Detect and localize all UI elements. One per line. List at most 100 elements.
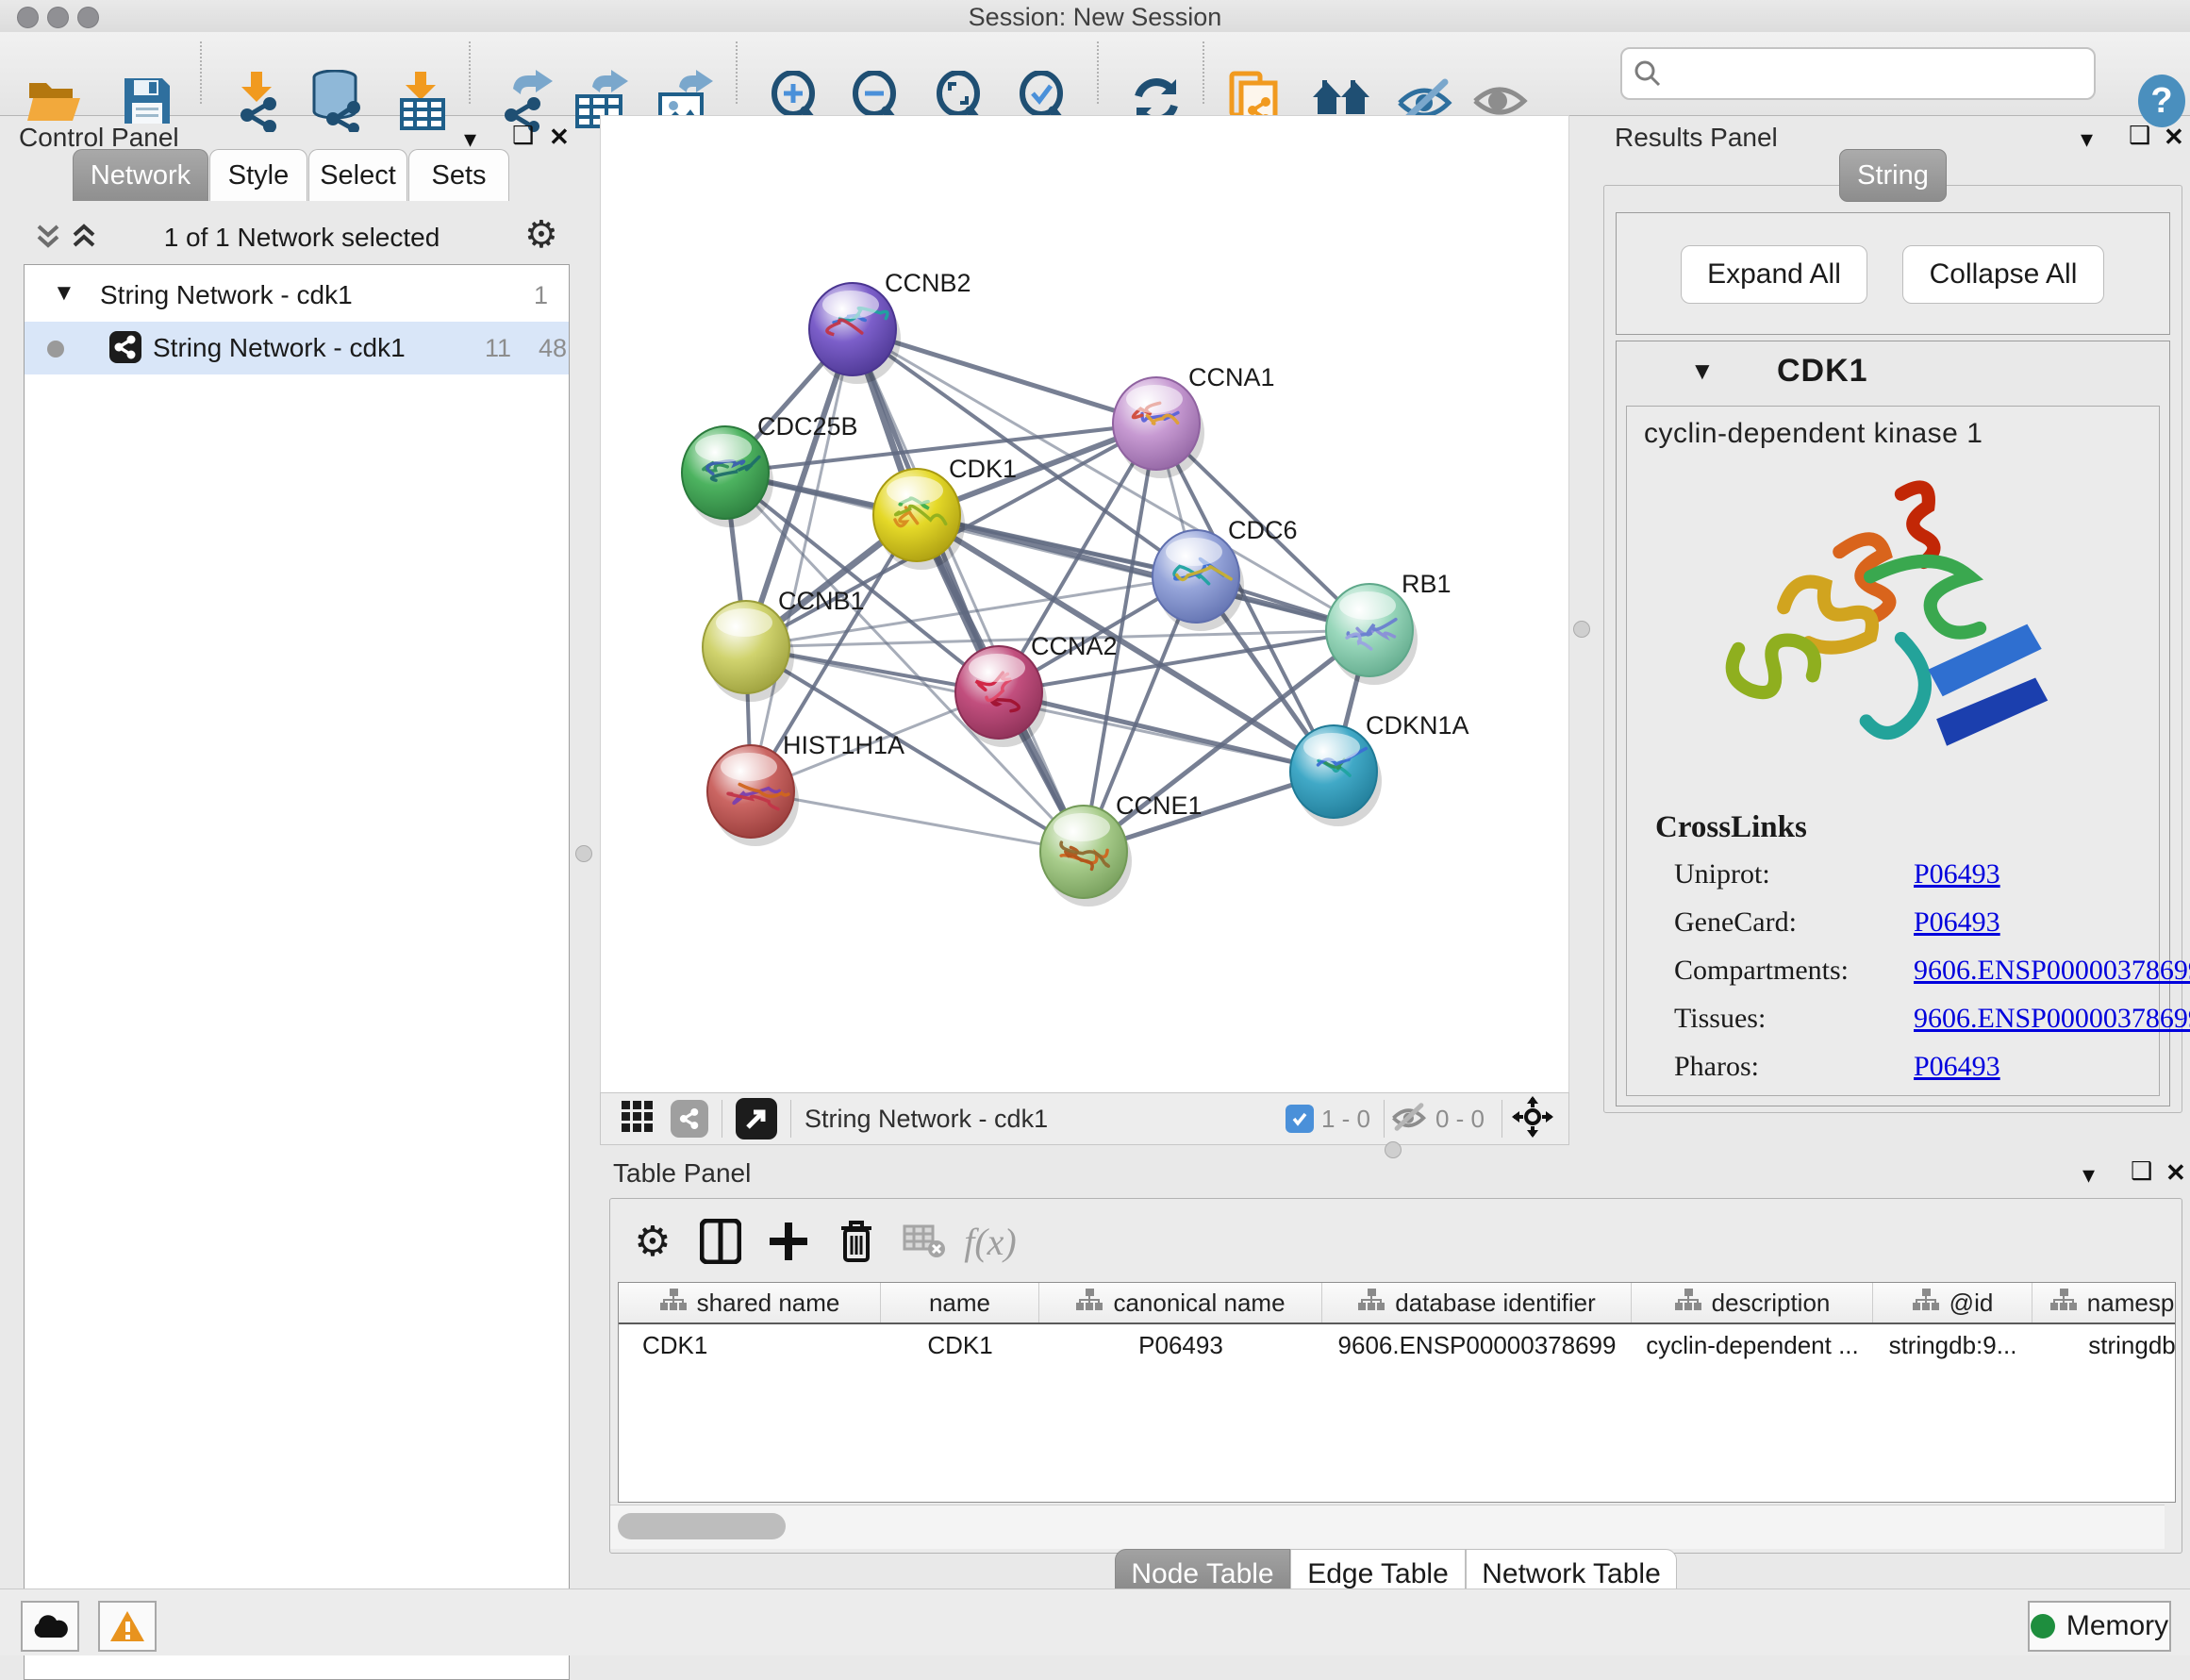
hidden-eye-icon[interactable]: [1390, 1102, 1428, 1137]
memory-button[interactable]: Memory: [2028, 1601, 2171, 1652]
node-result-body: cyclin-dependent kinase 1 CrossLinks Uni…: [1626, 406, 2160, 1096]
results-panel-close-icon[interactable]: ✕: [2164, 123, 2184, 152]
uniprot-link[interactable]: P06493: [1914, 858, 2000, 890]
collapse-all-icon[interactable]: [34, 221, 62, 256]
search-input[interactable]: [1673, 53, 2082, 92]
tab-string[interactable]: String: [1839, 149, 1947, 202]
column-type-icon: [1674, 1288, 1702, 1319]
crosslink-row: GeneCard: P06493: [1655, 907, 2146, 955]
node-CDK1[interactable]: [873, 469, 965, 570]
cell-shared-name[interactable]: CDK1: [619, 1324, 881, 1366]
collection-label: String Network - cdk1: [100, 280, 353, 310]
cell-namespace[interactable]: stringdb: [2032, 1324, 2176, 1366]
protein-structure-image: [1684, 463, 2099, 793]
cloud-button[interactable]: [21, 1601, 79, 1652]
tab-network[interactable]: Network: [73, 149, 208, 201]
column-header-description[interactable]: description: [1632, 1283, 1873, 1322]
results-panel-float-icon[interactable]: ❑: [2129, 121, 2150, 150]
expand-all-button[interactable]: Expand All: [1681, 245, 1867, 304]
pharos-link[interactable]: P06493: [1914, 1051, 2000, 1083]
column-header-shared-name[interactable]: shared name: [619, 1283, 881, 1322]
table-panel-close-icon[interactable]: ✕: [2165, 1158, 2186, 1188]
control-panel-float-icon[interactable]: ❑: [512, 121, 534, 150]
delete-column-icon[interactable]: [827, 1212, 886, 1271]
network-row[interactable]: String Network - cdk1 11 48: [25, 322, 569, 374]
results-panel-collapse-icon[interactable]: ▾: [2081, 125, 2093, 154]
delete-table-icon[interactable]: [895, 1212, 954, 1271]
network-collection-row[interactable]: ▼ String Network - cdk1 1: [25, 269, 569, 322]
result-description: cyclin-dependent kinase 1: [1644, 418, 1983, 450]
column-type-icon: [2049, 1288, 2078, 1319]
node-CCNA1[interactable]: [1113, 377, 1204, 478]
column-header--id[interactable]: @id: [1873, 1283, 2032, 1322]
node-result-header[interactable]: ▼ CDK1: [1617, 341, 2169, 404]
network-view-toolbar: String Network - cdk1 1 - 0 0 - 0: [600, 1092, 1569, 1145]
cell--id[interactable]: stringdb:9...: [1873, 1324, 2032, 1366]
results-panel-title: Results Panel: [1615, 123, 1778, 153]
compartments-link[interactable]: 9606.ENSP00000378699: [1914, 955, 2190, 987]
network-view[interactable]: CCNB2CCNA1CDC25BCDK1CDC6RB1CCNB1CCNA2CDK…: [600, 115, 1569, 1094]
status-bar: Memory: [0, 1589, 2190, 1655]
crosslinks-section: CrossLinks Uniprot: P06493 GeneCard: P06…: [1655, 810, 2146, 1099]
toolbar-separator: [1097, 42, 1099, 104]
column-header-canonical-name[interactable]: canonical name: [1039, 1283, 1322, 1322]
toolbar-separator: [1501, 1100, 1502, 1138]
node-CCNB1[interactable]: [703, 601, 794, 702]
collection-expander-icon[interactable]: ▼: [53, 280, 75, 307]
network-graph: CCNB2CCNA1CDC25BCDK1CDC6RB1CCNB1CCNA2CDK…: [601, 116, 1568, 1093]
node-CDC25B[interactable]: [682, 426, 773, 527]
cell-description[interactable]: cyclin-dependent ...: [1632, 1324, 1873, 1366]
node-CCNE1[interactable]: [1040, 806, 1132, 907]
hscrollbar-thumb[interactable]: [618, 1513, 786, 1539]
tab-style[interactable]: Style: [209, 149, 307, 201]
column-header-namespace[interactable]: namespace: [2032, 1283, 2176, 1322]
gear-icon[interactable]: ⚙: [524, 213, 558, 257]
network-share-icon[interactable]: [671, 1100, 708, 1138]
left-splitter-grip[interactable]: [575, 845, 592, 862]
table-hscrollbar[interactable]: [610, 1505, 2165, 1549]
result-expander-icon[interactable]: ▼: [1690, 357, 1715, 386]
table-panel-float-icon[interactable]: ❑: [2131, 1156, 2152, 1186]
warnings-button[interactable]: [98, 1601, 157, 1652]
function-builder-icon[interactable]: f(x): [961, 1212, 1020, 1271]
open-in-window-icon[interactable]: [736, 1098, 777, 1139]
add-column-icon[interactable]: [759, 1212, 818, 1271]
search-icon: [1634, 59, 1662, 88]
split-columns-icon[interactable]: [691, 1212, 750, 1271]
node-RB1[interactable]: [1326, 584, 1418, 685]
column-type-icon: [1075, 1288, 1103, 1319]
table-gear-icon[interactable]: ⚙: [623, 1212, 682, 1271]
grid-view-icon[interactable]: [622, 1101, 654, 1138]
table-row[interactable]: CDK1CDK1P064939606.ENSP00000378699cyclin…: [619, 1324, 2176, 1366]
toolbar-separator: [790, 1100, 791, 1138]
right-splitter-grip[interactable]: [1573, 621, 1590, 638]
column-header-name[interactable]: name: [881, 1283, 1039, 1322]
edge-CCNB2-CCNE1[interactable]: [853, 329, 1084, 852]
genecard-link[interactable]: P06493: [1914, 907, 2000, 939]
network-label: String Network - cdk1: [153, 333, 406, 363]
node-label-CDC25B: CDC25B: [757, 412, 858, 441]
node-CCNB2[interactable]: [809, 283, 901, 384]
cell-name[interactable]: CDK1: [881, 1324, 1039, 1366]
cell-database-identifier[interactable]: 9606.ENSP00000378699: [1322, 1324, 1632, 1366]
selected-checkbox-icon[interactable]: [1286, 1105, 1314, 1133]
cell-canonical-name[interactable]: P06493: [1039, 1324, 1322, 1366]
control-panel-close-icon[interactable]: ✕: [549, 123, 570, 152]
column-type-icon: [1912, 1288, 1940, 1319]
birdseye-icon[interactable]: [1512, 1096, 1553, 1142]
table-panel-collapse-icon[interactable]: ▾: [2082, 1160, 2095, 1189]
column-header-database-identifier[interactable]: database identifier: [1322, 1283, 1632, 1322]
node-label-HIST1H1A: HIST1H1A: [783, 731, 904, 759]
collapse-all-button[interactable]: Collapse All: [1902, 245, 2104, 304]
node-CDKN1A[interactable]: [1290, 725, 1382, 826]
tab-sets[interactable]: Sets: [408, 149, 509, 201]
cloud-icon: [31, 1613, 69, 1639]
tab-select[interactable]: Select: [308, 149, 407, 201]
node-CDC6[interactable]: [1153, 530, 1244, 631]
collection-count: 1: [534, 281, 548, 310]
node-HIST1H1A[interactable]: [707, 745, 799, 846]
main-toolbar: ?: [0, 32, 2190, 116]
expand-all-icon[interactable]: [70, 221, 98, 256]
tissues-link[interactable]: 9606.ENSP00000378699: [1914, 1003, 2190, 1035]
titlebar: Session: New Session: [0, 0, 2190, 33]
